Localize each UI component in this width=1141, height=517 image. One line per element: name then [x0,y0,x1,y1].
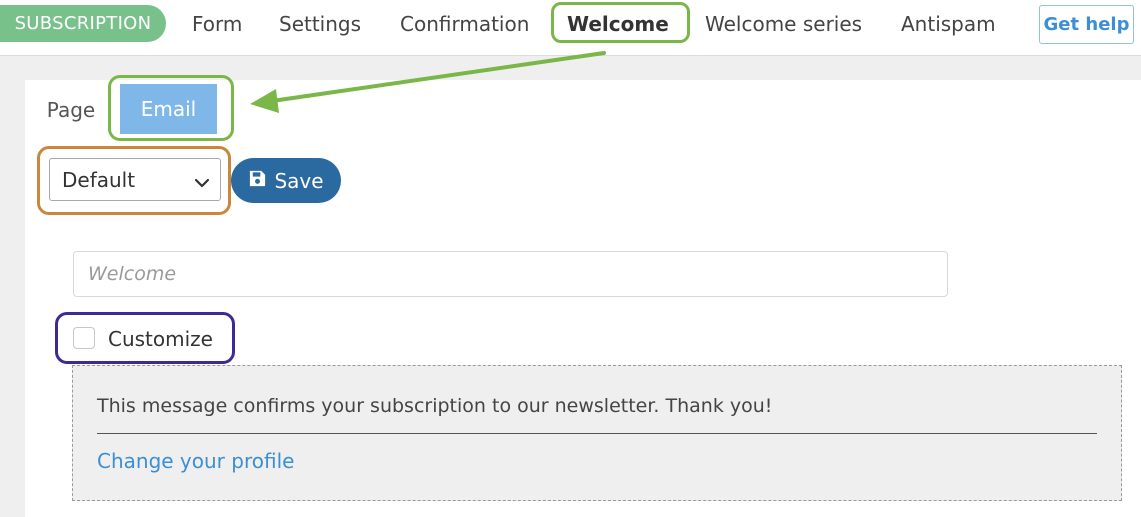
top-navigation: SUBSCRIPTION Form Settings Confirmation … [0,0,1141,56]
nav-brand-subscription[interactable]: SUBSCRIPTION [0,5,166,42]
save-button-label: Save [274,168,324,193]
nav-item-welcome-series[interactable]: Welcome series [705,12,862,36]
nav-item-form[interactable]: Form [192,12,242,36]
subject-input[interactable] [73,251,948,297]
nav-item-settings[interactable]: Settings [279,12,361,36]
nav-item-welcome[interactable]: Welcome [567,12,669,36]
save-button[interactable]: Save [231,158,341,203]
change-profile-link[interactable]: Change your profile [97,449,294,473]
floppy-disk-icon [248,169,267,193]
nav-item-antispam[interactable]: Antispam [901,12,996,36]
customize-label[interactable]: Customize [108,327,213,351]
preview-message: This message confirms your subscription … [97,395,773,417]
chevron-down-icon [194,172,210,196]
get-help-button[interactable]: Get help [1039,5,1134,44]
tab-email[interactable]: Email [120,84,217,134]
email-preview: This message confirms your subscription … [72,365,1122,501]
tab-page[interactable]: Page [25,84,117,136]
preview-divider [97,433,1097,434]
nav-item-confirmation[interactable]: Confirmation [400,12,529,36]
customize-checkbox[interactable] [73,327,95,349]
template-select[interactable]: Default [49,158,221,201]
template-select-value: Default [62,167,136,192]
